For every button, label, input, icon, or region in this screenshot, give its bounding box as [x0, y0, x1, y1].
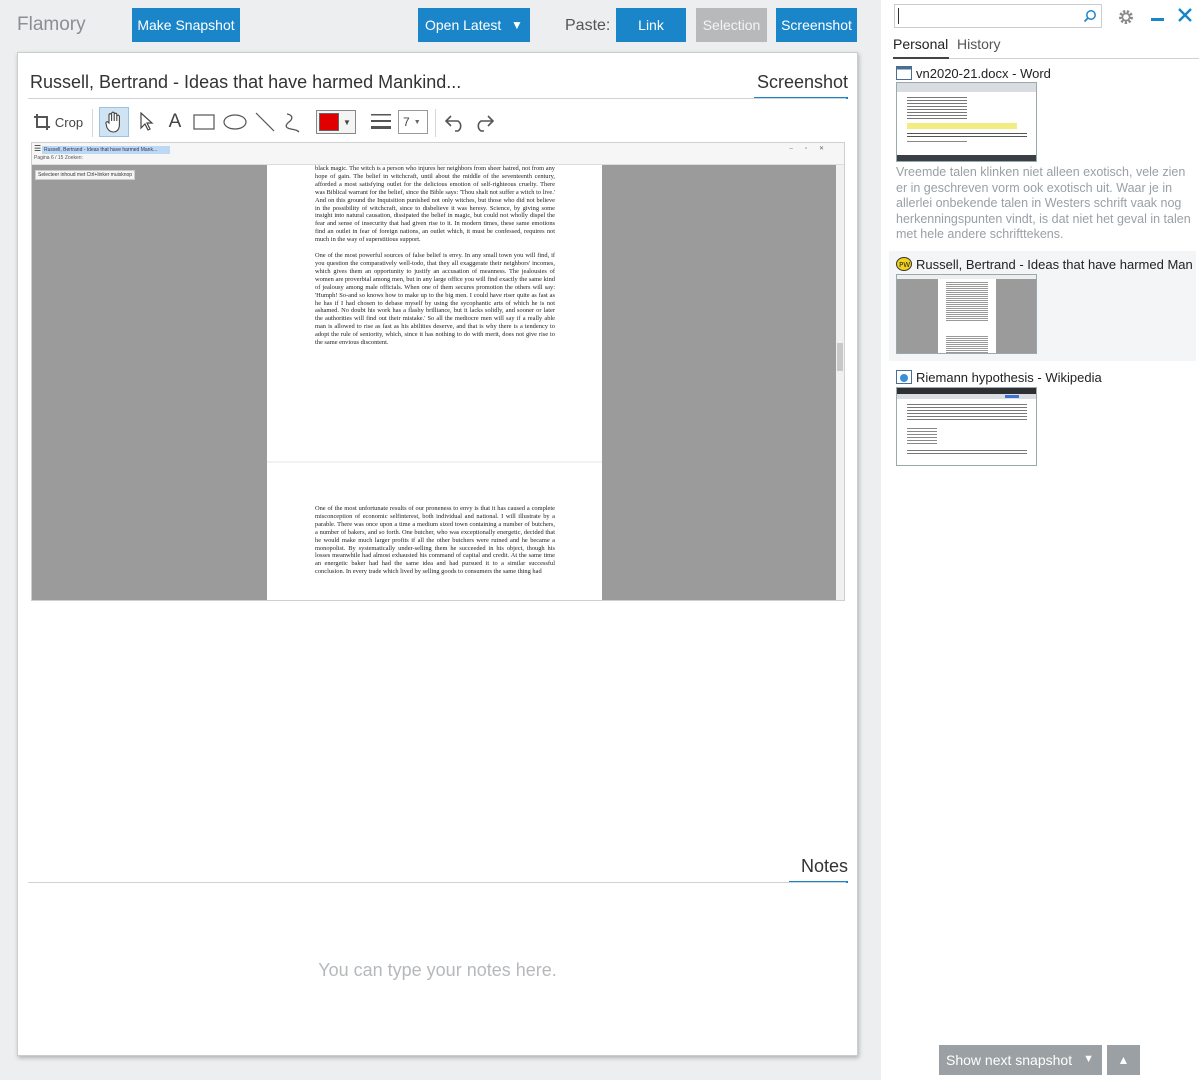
redo-icon [477, 115, 495, 132]
pdf-tab: Russell, Bertrand - Ideas that have harm… [42, 146, 170, 154]
paste-label: Paste: [565, 17, 611, 34]
color-swatch [319, 113, 339, 131]
text-caret [898, 8, 899, 24]
snapshot-title[interactable]: Russell, Bertrand - Ideas that have harm… [30, 72, 461, 93]
app-title: Flamory [17, 14, 86, 35]
svg-text:PW: PW [899, 261, 910, 269]
snapshot-list-item-selected[interactable]: PW Russell, Bertrand - Ideas that have h… [889, 251, 1196, 361]
paste-link-button[interactable]: Link [616, 8, 686, 42]
redo-button[interactable] [470, 107, 498, 137]
snapshot-thumbnail[interactable] [896, 82, 1037, 162]
snapshot-item-header: PW Russell, Bertrand - Ideas that have h… [896, 255, 1196, 273]
open-latest-button[interactable]: Open Latest ▼ [418, 8, 530, 42]
snapshot-thumbnail[interactable] [896, 274, 1037, 354]
snapshot-item-header: vn2020-21.docx - Word [896, 64, 1196, 82]
collapse-up-button[interactable]: ▲ [1107, 1045, 1140, 1075]
ellipse-icon [223, 114, 247, 130]
pdf-paragraph: One of the most unfortunate results of o… [315, 505, 555, 576]
notes-section-tab: Notes [789, 856, 848, 883]
pdf-paragraph: black magic. The witch is a person who i… [315, 165, 555, 244]
pdf-margin-left: Selecteer inhoud met Ctrl+linker muiskno… [32, 165, 267, 600]
open-latest-dropdown-icon[interactable]: ▼ [504, 8, 530, 42]
show-next-snapshot-button[interactable]: Show next snapshot ▼ [939, 1045, 1102, 1075]
pdf-reader-icon: PW [896, 257, 912, 271]
gear-icon[interactable] [1117, 8, 1135, 26]
paste-screenshot-button[interactable]: Screenshot [776, 8, 857, 42]
search-input[interactable] [894, 4, 1102, 28]
snapshot-thumbnail[interactable] [896, 387, 1037, 466]
pdf-page: One of the most unfortunate results of o… [267, 463, 602, 600]
snapshot-list-item[interactable]: Riemann hypothesis - Wikipedia [889, 364, 1196, 468]
crop-tool[interactable]: Crop [30, 107, 86, 137]
line-style-tool[interactable] [368, 107, 394, 137]
notes-input[interactable]: You can type your notes here. [18, 960, 857, 981]
browser-icon [896, 370, 912, 384]
tool-separator [92, 109, 93, 137]
chevron-down-icon: ▼ [413, 118, 421, 126]
minimize-icon[interactable] [1151, 18, 1164, 21]
snapshot-item-header: Riemann hypothesis - Wikipedia [896, 368, 1196, 386]
annotation-toolbar: Crop A ▼ 7 ▼ [28, 107, 508, 139]
pdf-toolbar: Pagina 6 / 15 Zoeken: [34, 155, 83, 161]
rectangle-icon [193, 114, 215, 130]
screenshot-section-tab: Screenshot [754, 72, 848, 99]
screenshot-image[interactable]: ☰ Russell, Bertrand - Ideas that have ha… [31, 142, 845, 601]
snapshot-item-description: Vreemde talen klinken niet alleen exotis… [896, 165, 1191, 241]
select-tool[interactable] [134, 107, 160, 137]
paste-selection-button[interactable]: Selection [696, 8, 767, 42]
window-controls-icon: –▫✕ [789, 146, 836, 152]
snapshot-card: Russell, Bertrand - Ideas that have harm… [17, 52, 858, 1056]
ellipse-tool[interactable] [221, 107, 249, 137]
menu-icon: ☰ [34, 144, 42, 153]
pdf-margin-right [602, 165, 838, 600]
line-icon [255, 112, 275, 132]
pdf-paragraph: One of the most powerful sources of fals… [315, 252, 555, 347]
close-icon[interactable] [1178, 8, 1192, 22]
open-latest-label: Open Latest [425, 17, 502, 33]
screenshot-divider [28, 98, 846, 99]
pdf-scrollbar-thumb[interactable] [837, 343, 843, 371]
pdf-page-text: One of the most unfortunate results of o… [315, 505, 555, 584]
line-width-select[interactable]: 7 ▼ [398, 107, 428, 137]
pdf-hint: Selecteer inhoud met Ctrl+linker muiskno… [35, 170, 136, 180]
show-next-label: Show next snapshot [946, 1052, 1073, 1068]
rectangle-tool[interactable] [190, 107, 218, 137]
line-width-value: 7 [403, 115, 410, 129]
make-snapshot-button[interactable]: Make Snapshot [132, 8, 240, 42]
window-icon [896, 66, 912, 80]
freehand-icon [285, 113, 300, 133]
chevron-up-icon: ▲ [1117, 1053, 1130, 1067]
tool-separator [435, 109, 436, 137]
pdf-page-text: black magic. The witch is a person who i… [315, 165, 555, 355]
tab-personal[interactable]: Personal [893, 36, 948, 52]
pdf-page: black magic. The witch is a person who i… [267, 165, 602, 461]
snapshot-item-title: Russell, Bertrand - Ideas that have harm… [916, 256, 1193, 272]
pdf-viewer-titlebar: ☰ Russell, Bertrand - Ideas that have ha… [32, 143, 844, 165]
chevron-down-icon: ▼ [343, 117, 351, 127]
tab-active-indicator [893, 57, 949, 59]
arrow-pointer-icon [140, 112, 154, 131]
freehand-tool[interactable] [280, 107, 306, 137]
undo-icon [444, 115, 462, 132]
color-picker[interactable]: ▼ [316, 107, 356, 137]
crop-icon [33, 114, 50, 130]
snapshot-sidebar: Personal History vn2020-21.docx - Word V… [881, 0, 1200, 1080]
crop-label: Crop [54, 114, 84, 130]
pdf-scrollbar[interactable] [836, 165, 844, 600]
text-tool-icon: A [168, 111, 182, 132]
snapshot-list-item[interactable]: vn2020-21.docx - Word Vreemde talen klin… [889, 60, 1196, 246]
hand-icon [105, 111, 120, 133]
snapshot-item-title: Riemann hypothesis - Wikipedia [916, 369, 1102, 385]
search-icon[interactable] [1083, 9, 1097, 23]
snapshot-item-title: vn2020-21.docx - Word [916, 65, 1051, 81]
line-width-icon [371, 114, 391, 129]
undo-button[interactable] [441, 107, 469, 137]
notes-divider [28, 882, 846, 883]
hand-tool[interactable] [99, 107, 129, 137]
tab-history[interactable]: History [957, 36, 1001, 52]
text-tool[interactable]: A [162, 107, 188, 137]
chevron-down-icon[interactable]: ▼ [1083, 1053, 1094, 1065]
line-tool[interactable] [252, 107, 278, 137]
